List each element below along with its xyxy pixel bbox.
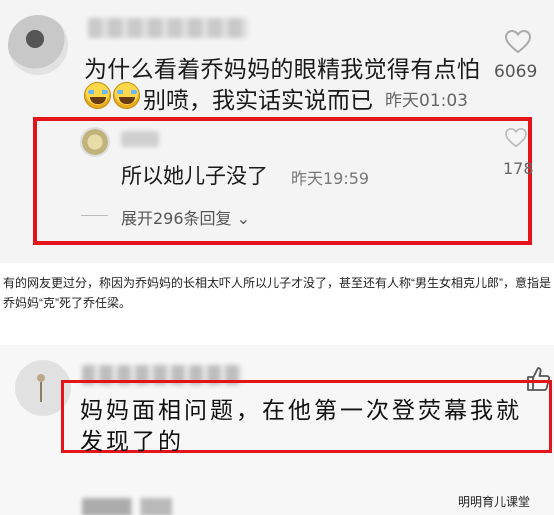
reply-text: 所以她儿子没了 bbox=[121, 164, 268, 188]
laughing-emoji-icon bbox=[113, 82, 140, 109]
like-count: 6069 bbox=[494, 62, 538, 82]
comment-text-line2: 发现了的 bbox=[80, 429, 184, 455]
divider bbox=[81, 215, 108, 216]
reply-avatar[interactable] bbox=[80, 127, 110, 157]
comment-text-line2: 别喷，我实话实说而已 bbox=[143, 88, 373, 114]
comment-text-line1: 妈妈面相问题，在他第一次登荧幕我就 bbox=[80, 398, 522, 424]
laughing-emoji-icon bbox=[84, 82, 111, 109]
reply-like-count: 178 bbox=[503, 159, 534, 178]
blurred-username bbox=[121, 131, 159, 147]
watermark: 明明育儿课堂 bbox=[458, 495, 531, 509]
blurred-meta bbox=[82, 498, 172, 515]
blurred-username bbox=[88, 18, 248, 38]
chevron-down-icon: ⌄ bbox=[236, 209, 251, 228]
article-caption: 有的网友更过分，称因为乔妈妈的长相太吓人所以儿子才没了，甚至还有人称“男生女相克… bbox=[3, 276, 551, 310]
reply-timestamp: 昨天19:59 bbox=[291, 169, 370, 188]
avatar-figure-icon bbox=[37, 374, 45, 402]
comment-text: 为什么看着乔妈妈的眼精我觉得有点怕 bbox=[84, 57, 481, 83]
expand-replies-link[interactable]: 展开296条回复 ⌄ bbox=[121, 205, 250, 229]
comment-timestamp: 昨天01:03 bbox=[385, 91, 468, 111]
avatar[interactable] bbox=[8, 15, 68, 75]
heart-icon[interactable] bbox=[505, 30, 531, 54]
heart-icon[interactable] bbox=[505, 128, 527, 148]
